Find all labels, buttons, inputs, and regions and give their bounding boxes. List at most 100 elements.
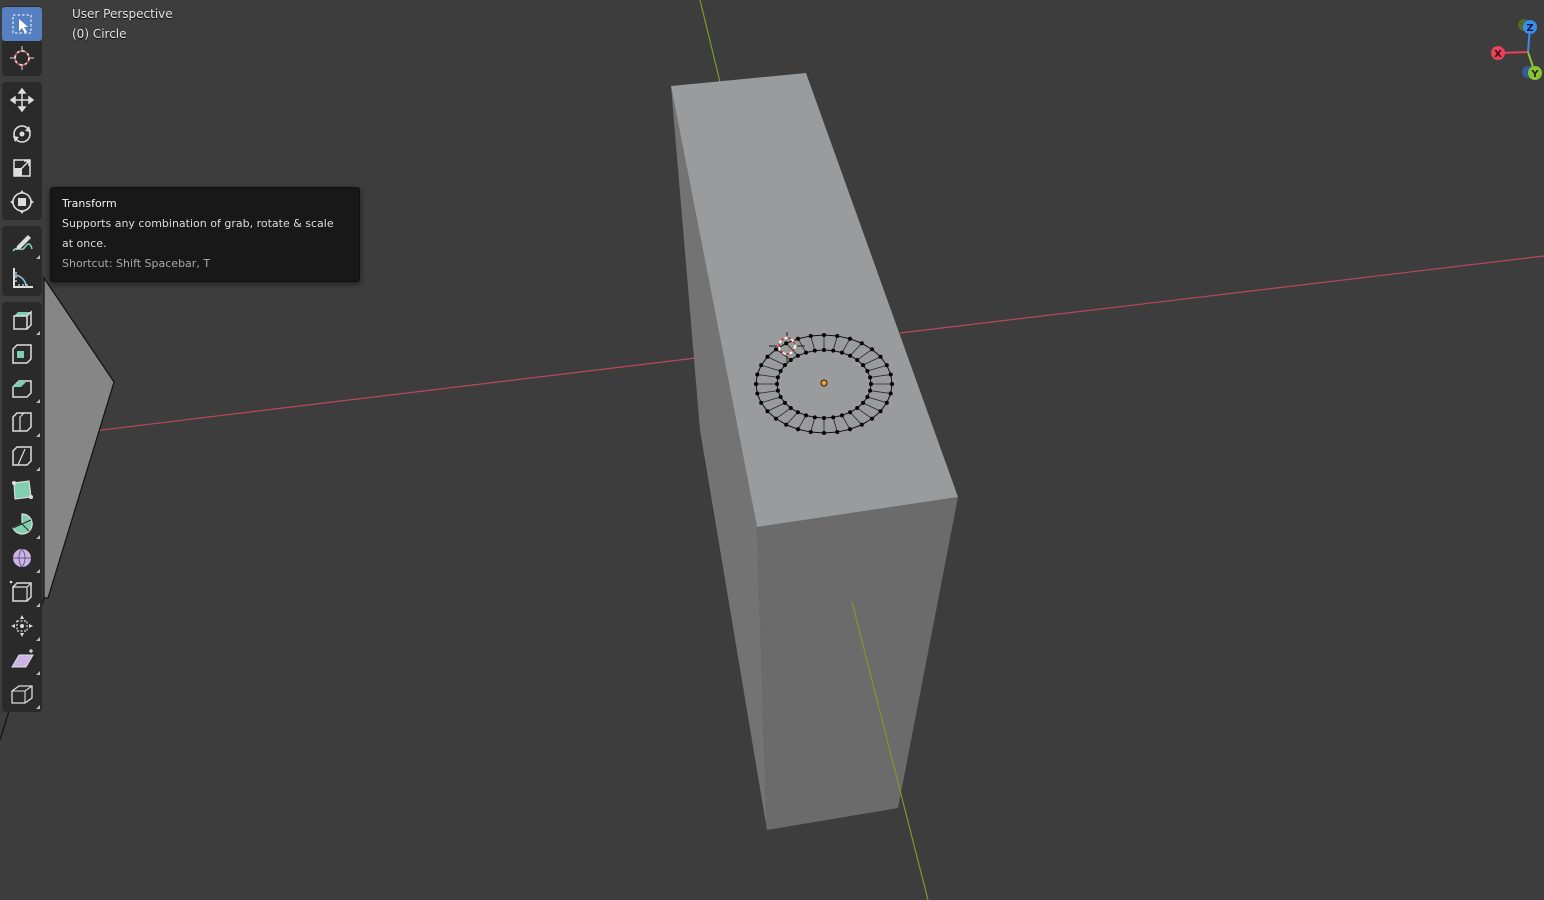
circle-mesh-vertex[interactable] bbox=[755, 391, 760, 396]
circle-mesh-vertex[interactable] bbox=[870, 347, 875, 352]
circle-mesh-vertex[interactable] bbox=[765, 409, 770, 414]
circle-mesh-vertex[interactable] bbox=[773, 416, 778, 421]
circle-mesh-vertex[interactable] bbox=[859, 341, 864, 346]
circle-mesh-vertex[interactable] bbox=[878, 354, 883, 359]
loop-cut-icon bbox=[12, 412, 32, 432]
gizmo-y-label: Y bbox=[1530, 69, 1539, 80]
bevel-tool[interactable] bbox=[2, 371, 42, 405]
circle-mesh-vertex[interactable] bbox=[861, 363, 866, 368]
box-front-face[interactable] bbox=[757, 497, 958, 830]
circle-mesh-vertex[interactable] bbox=[831, 348, 836, 353]
circle-mesh-vertex[interactable] bbox=[839, 350, 844, 355]
circle-mesh-vertex[interactable] bbox=[788, 406, 793, 411]
rip-region-icon bbox=[11, 685, 33, 704]
circle-mesh-vertex[interactable] bbox=[848, 353, 853, 358]
shear-tool[interactable] bbox=[2, 643, 42, 677]
circle-mesh-vertex[interactable] bbox=[869, 382, 873, 386]
circle-mesh-vertex[interactable] bbox=[870, 416, 875, 421]
circle-mesh-vertex[interactable] bbox=[839, 413, 844, 418]
circle-mesh-vertex[interactable] bbox=[822, 333, 826, 337]
circle-mesh-vertex[interactable] bbox=[890, 382, 894, 386]
move-tool[interactable] bbox=[2, 83, 42, 117]
rotate-tool[interactable] bbox=[2, 117, 42, 151]
circle-mesh-vertex[interactable] bbox=[812, 415, 817, 420]
circle-mesh-vertex[interactable] bbox=[865, 395, 870, 400]
tool-group-select bbox=[2, 6, 42, 76]
circle-mesh-vertex[interactable] bbox=[795, 427, 800, 432]
circle-mesh-vertex[interactable] bbox=[848, 427, 853, 432]
circle-mesh-vertex[interactable] bbox=[759, 363, 764, 368]
circle-mesh-vertex[interactable] bbox=[765, 354, 770, 359]
scale-tool[interactable] bbox=[2, 151, 42, 185]
rip-region-tool[interactable] bbox=[2, 677, 42, 711]
circle-mesh-vertex[interactable] bbox=[808, 333, 813, 338]
circle-mesh-vertex[interactable] bbox=[868, 375, 873, 380]
circle-mesh-vertex[interactable] bbox=[888, 372, 893, 377]
circle-mesh-vertex[interactable] bbox=[795, 353, 800, 358]
circle-mesh-vertex[interactable] bbox=[822, 348, 826, 352]
circle-mesh-vertex[interactable] bbox=[775, 382, 779, 386]
circle-mesh-vertex[interactable] bbox=[788, 357, 793, 362]
circle-mesh-vertex[interactable] bbox=[778, 395, 783, 400]
cursor-tool[interactable] bbox=[2, 41, 42, 75]
circle-mesh-vertex[interactable] bbox=[755, 372, 760, 377]
circle-mesh-vertex[interactable] bbox=[784, 341, 789, 346]
transform-tool[interactable] bbox=[2, 185, 42, 219]
annotate-tool[interactable] bbox=[2, 227, 42, 261]
rotate-icon bbox=[13, 125, 31, 143]
3d-viewport[interactable] bbox=[0, 0, 1544, 900]
circle-mesh-vertex[interactable] bbox=[848, 336, 853, 341]
circle-mesh-vertex[interactable] bbox=[795, 336, 800, 341]
circle-mesh-vertex[interactable] bbox=[759, 400, 764, 405]
circle-mesh-vertex[interactable] bbox=[859, 422, 864, 427]
circle-mesh-vertex[interactable] bbox=[835, 430, 840, 435]
circle-mesh-vertex[interactable] bbox=[784, 422, 789, 427]
circle-mesh-vertex[interactable] bbox=[822, 416, 826, 420]
circle-mesh-vertex[interactable] bbox=[778, 368, 783, 373]
circle-mesh-vertex[interactable] bbox=[773, 347, 778, 352]
circle-mesh-vertex[interactable] bbox=[782, 363, 787, 368]
circle-mesh-vertex[interactable] bbox=[868, 388, 873, 393]
circle-mesh-vertex[interactable] bbox=[884, 400, 889, 405]
circle-mesh-vertex[interactable] bbox=[878, 409, 883, 414]
circle-mesh-vertex[interactable] bbox=[795, 410, 800, 415]
measure-tool[interactable] bbox=[2, 261, 42, 295]
circle-mesh-vertex[interactable] bbox=[861, 400, 866, 405]
circle-mesh-vertex[interactable] bbox=[775, 388, 780, 393]
navigation-gizmo[interactable]: Z X Y bbox=[1484, 14, 1544, 84]
circle-mesh-vertex[interactable] bbox=[782, 400, 787, 405]
circle-mesh-vertex[interactable] bbox=[848, 410, 853, 415]
circle-mesh-vertex[interactable] bbox=[804, 413, 809, 418]
view-name-label: User Perspective bbox=[72, 7, 173, 21]
spin-tool[interactable] bbox=[2, 507, 42, 541]
inset-faces-tool[interactable] bbox=[2, 337, 42, 371]
circle-mesh-vertex[interactable] bbox=[884, 363, 889, 368]
circle-mesh-vertex[interactable] bbox=[835, 333, 840, 338]
loop-cut-tool[interactable] bbox=[2, 405, 42, 439]
select-box-tool[interactable] bbox=[2, 7, 42, 41]
circle-mesh-vertex[interactable] bbox=[804, 350, 809, 355]
circle-mesh-vertex[interactable] bbox=[775, 375, 780, 380]
left-object-mesh[interactable] bbox=[43, 276, 115, 599]
extrude-region-tool[interactable] bbox=[2, 303, 42, 337]
smooth-tool[interactable] bbox=[2, 541, 42, 575]
inset-faces-icon bbox=[12, 344, 32, 364]
circle-mesh-vertex[interactable] bbox=[855, 357, 860, 362]
circle-mesh-vertex[interactable] bbox=[888, 391, 893, 396]
object-origin bbox=[820, 379, 828, 387]
bevel-icon bbox=[12, 380, 32, 398]
knife-tool[interactable] bbox=[2, 439, 42, 473]
circle-mesh-vertex[interactable] bbox=[812, 348, 817, 353]
circle-mesh-vertex[interactable] bbox=[831, 415, 836, 420]
shrink-fatten-tool[interactable] bbox=[2, 609, 42, 643]
circle-mesh-vertex[interactable] bbox=[855, 406, 860, 411]
tool-group-mesh-edit bbox=[2, 302, 42, 712]
gizmo-x-label: X bbox=[1494, 49, 1502, 60]
edge-slide-tool[interactable] bbox=[2, 575, 42, 609]
circle-mesh-vertex[interactable] bbox=[808, 430, 813, 435]
select-box-icon bbox=[12, 14, 32, 34]
circle-mesh-vertex[interactable] bbox=[754, 382, 758, 386]
circle-mesh-vertex[interactable] bbox=[865, 368, 870, 373]
circle-mesh-vertex[interactable] bbox=[822, 431, 826, 435]
poly-build-tool[interactable] bbox=[2, 473, 42, 507]
